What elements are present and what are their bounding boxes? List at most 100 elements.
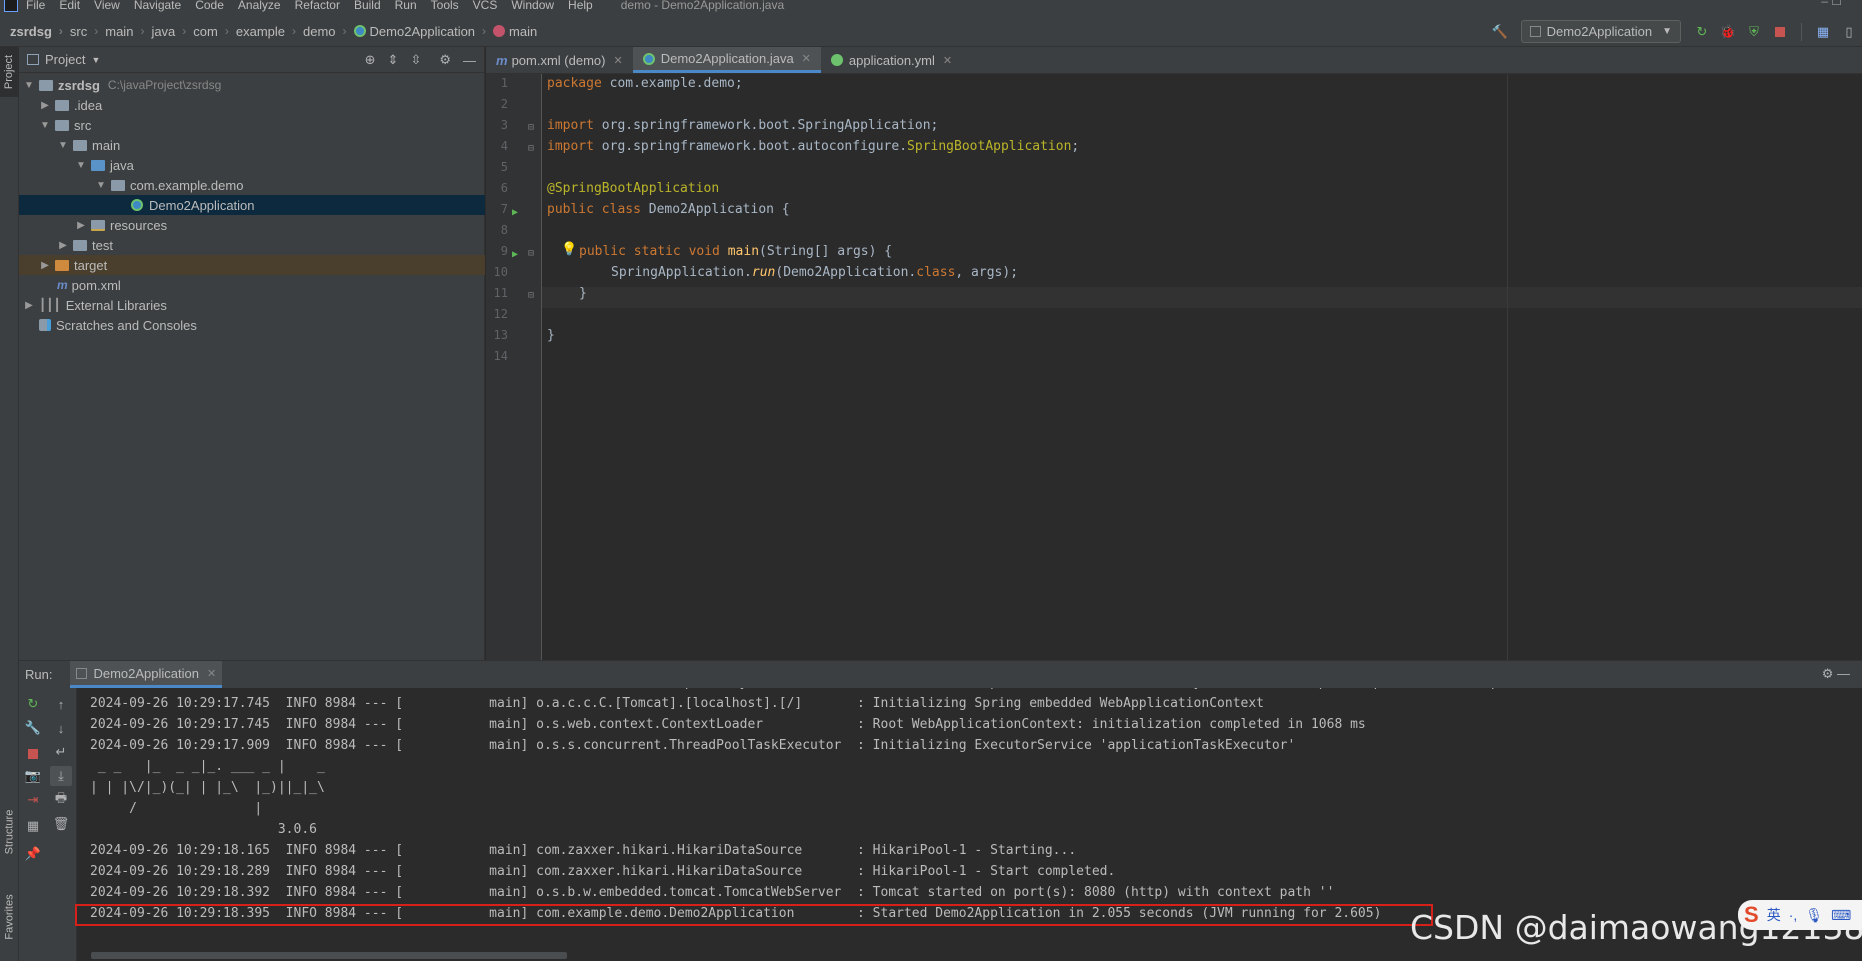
breadcrumb-java[interactable]: java ›: [151, 24, 193, 39]
sidebar-toggle-icon[interactable]: ▯: [1840, 23, 1858, 41]
tree-item-root[interactable]: ▼ zsrdsg C:\javaProject\zsrdsg: [19, 75, 485, 95]
keyboard-icon[interactable]: ⌨: [1831, 907, 1851, 924]
tree-item-idea[interactable]: ▶ .idea: [19, 95, 485, 115]
chevron-right-icon[interactable]: ▶: [75, 220, 87, 231]
scroll-down-icon[interactable]: ↓: [50, 718, 72, 738]
hide-panel-icon[interactable]: —: [463, 53, 476, 68]
menu-edit[interactable]: Edit: [59, 0, 80, 12]
layout-icon[interactable]: ▦: [22, 816, 44, 836]
menu-tools[interactable]: Tools: [431, 0, 459, 12]
project-view-select[interactable]: Project: [45, 52, 85, 67]
tree-item-target[interactable]: ▶ target: [19, 255, 485, 275]
microphone-icon[interactable]: 🎙: [1805, 907, 1823, 924]
fold-marker-icon[interactable]: ⊟: [528, 290, 534, 301]
line-number: 3: [500, 118, 508, 132]
menu-vcs[interactable]: VCS: [473, 0, 498, 12]
run-gutter-icon[interactable]: ▶: [512, 249, 518, 260]
menu-refactor[interactable]: Refactor: [295, 0, 340, 12]
tree-item-src[interactable]: ▼ src: [19, 115, 485, 135]
breadcrumb-example[interactable]: example ›: [236, 24, 303, 39]
breadcrumb-project[interactable]: zsrdsg ›: [10, 24, 70, 39]
trash-icon[interactable]: 🗑: [50, 814, 72, 834]
run-tab-demo2application[interactable]: Demo2Application ✕: [70, 661, 223, 688]
menu-code[interactable]: Code: [195, 0, 224, 12]
coverage-icon[interactable]: ⛨: [1745, 23, 1763, 41]
tab-application-yml[interactable]: application.yml ✕: [821, 47, 962, 73]
chevron-right-icon[interactable]: ▶: [39, 100, 51, 111]
tree-item-resources[interactable]: ▶ resources: [19, 215, 485, 235]
stop-icon[interactable]: [22, 744, 44, 764]
menu-file[interactable]: File: [26, 0, 45, 12]
chevron-right-icon[interactable]: ▶: [39, 260, 51, 271]
tree-item-main[interactable]: ▼ main: [19, 135, 485, 155]
code-area[interactable]: package com.example.demo; import org.spr…: [547, 74, 1862, 660]
favorites-tool-tab[interactable]: Favorites: [0, 877, 19, 957]
close-icon[interactable]: ✕: [802, 52, 811, 65]
close-icon[interactable]: ✕: [613, 54, 622, 67]
project-tool-tab[interactable]: Project: [0, 47, 19, 97]
print-icon[interactable]: 🖶: [50, 790, 72, 810]
horizontal-scrollbar[interactable]: [91, 952, 567, 959]
menu-navigate[interactable]: Navigate: [134, 0, 181, 12]
tree-item-pom[interactable]: m pom.xml: [19, 275, 485, 295]
fold-marker-icon[interactable]: ⊟: [528, 122, 534, 133]
close-icon[interactable]: ✕: [207, 667, 216, 680]
settings-gear-icon[interactable]: ⚙: [439, 52, 451, 68]
menu-build[interactable]: Build: [354, 0, 381, 12]
exit-icon[interactable]: ⇥: [22, 790, 44, 810]
expand-all-icon[interactable]: ⇕: [388, 52, 399, 68]
collapse-all-icon[interactable]: ⇳: [410, 52, 421, 68]
project-structure-icon[interactable]: ▦: [1814, 23, 1832, 41]
chevron-down-icon[interactable]: ▼: [95, 180, 107, 191]
menu-run[interactable]: Run: [395, 0, 417, 12]
menu-analyze[interactable]: Analyze: [238, 0, 281, 12]
scroll-to-end-icon[interactable]: ⤓: [50, 766, 72, 786]
menu-window[interactable]: Window: [511, 0, 554, 12]
close-icon[interactable]: ✕: [943, 54, 952, 67]
chevron-down-icon[interactable]: ▼: [75, 160, 87, 171]
tree-item-scratches[interactable]: Scratches and Consoles: [19, 315, 485, 335]
tree-item-java[interactable]: ▼ java: [19, 155, 485, 175]
camera-icon[interactable]: 📷: [22, 766, 44, 786]
breadcrumb-src[interactable]: src ›: [70, 24, 105, 39]
breadcrumb-main[interactable]: main ›: [105, 24, 151, 39]
breadcrumb-class[interactable]: Demo2Application ›: [353, 24, 494, 39]
settings-gear-icon[interactable]: ⚙ —: [1822, 666, 1850, 682]
ime-punctuation[interactable]: ·,: [1789, 907, 1798, 923]
ime-toolbar[interactable]: S 英 ·, 🎙 ⌨: [1738, 900, 1862, 930]
locate-file-icon[interactable]: ⊕: [365, 52, 376, 68]
rerun-icon[interactable]: ↻: [22, 694, 44, 714]
menu-view[interactable]: View: [94, 0, 120, 12]
tab-pom-xml[interactable]: m pom.xml (demo) ✕: [486, 47, 633, 73]
breadcrumb-demo[interactable]: demo ›: [303, 24, 354, 39]
structure-tool-tab[interactable]: Structure: [0, 792, 19, 872]
chevron-down-icon[interactable]: ▼: [23, 80, 35, 91]
pin-icon[interactable]: 📌: [22, 844, 44, 864]
fold-marker-icon[interactable]: ⊟: [528, 143, 534, 154]
fold-marker-icon[interactable]: ⊟: [528, 248, 534, 259]
ime-language[interactable]: 英: [1767, 905, 1781, 925]
chevron-right-icon[interactable]: ▶: [57, 240, 69, 251]
breadcrumb-com[interactable]: com ›: [193, 24, 236, 39]
stop-icon[interactable]: [1771, 23, 1789, 41]
rerun-icon[interactable]: ↻: [1693, 23, 1711, 41]
lightbulb-icon[interactable]: 💡: [561, 242, 577, 257]
scroll-up-icon[interactable]: ↑: [50, 694, 72, 714]
tab-demo2application[interactable]: Demo2Application.java ✕: [632, 47, 821, 73]
tree-item-external-libraries[interactable]: ▶ ┃┃┃ External Libraries: [19, 295, 485, 315]
modify-run-config-icon[interactable]: 🔧: [22, 718, 44, 738]
chevron-down-icon[interactable]: ▼: [39, 120, 51, 131]
tree-item-test[interactable]: ▶ test: [19, 235, 485, 255]
breadcrumb-method[interactable]: main: [493, 24, 537, 39]
window-controls[interactable]: – ☐: [1821, 0, 1842, 8]
chevron-right-icon[interactable]: ▶: [23, 300, 35, 311]
soft-wrap-icon[interactable]: ↵: [50, 742, 72, 762]
menu-help[interactable]: Help: [568, 0, 593, 12]
run-gutter-icon[interactable]: ▶: [512, 207, 518, 218]
build-hammer-icon[interactable]: 🔨: [1491, 23, 1509, 41]
run-configuration-select[interactable]: Demo2Application ▼: [1520, 20, 1681, 43]
tree-item-package[interactable]: ▼ com.example.demo: [19, 175, 485, 195]
debug-icon[interactable]: 🐞: [1719, 23, 1737, 41]
tree-item-demo2application[interactable]: Demo2Application: [19, 195, 485, 215]
chevron-down-icon[interactable]: ▼: [57, 140, 69, 151]
